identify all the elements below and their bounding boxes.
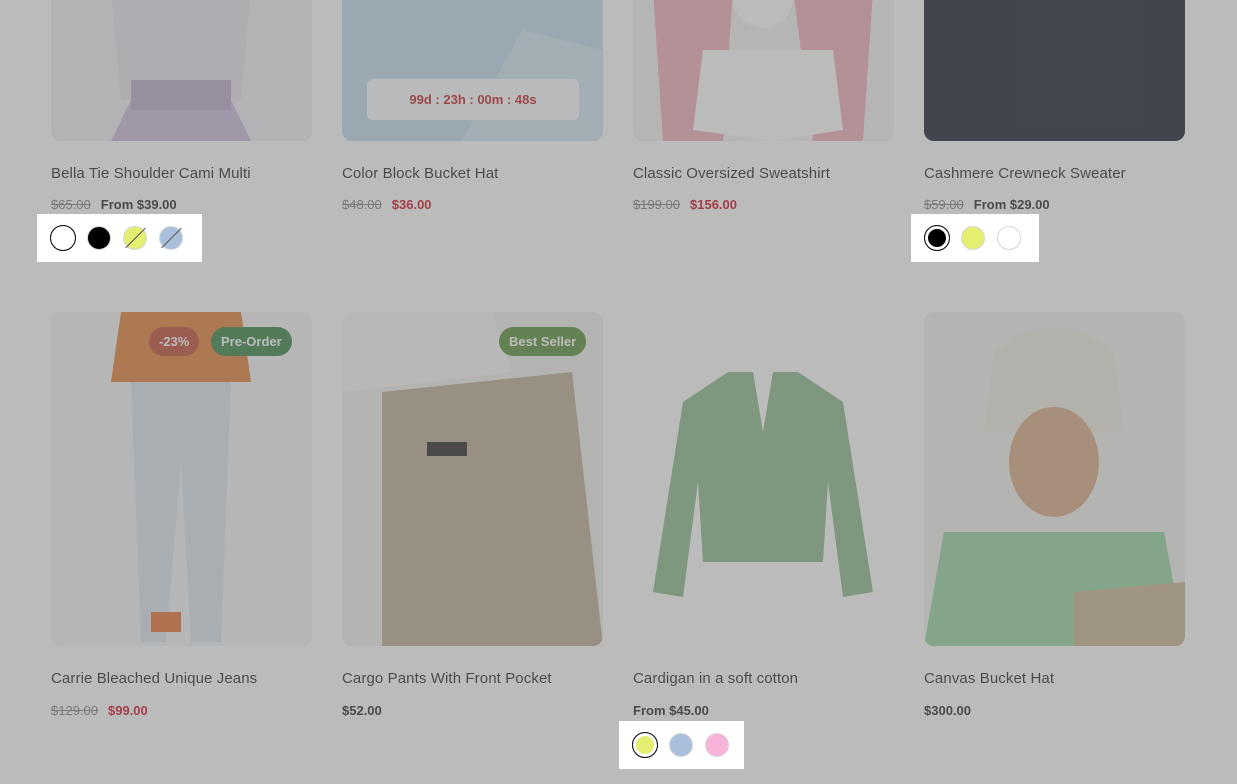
swatch-pink[interactable]: [705, 733, 729, 757]
product-title[interactable]: Classic Oversized Sweatshirt: [633, 165, 830, 182]
product-title[interactable]: Canvas Bucket Hat: [924, 670, 1054, 687]
product-title[interactable]: Color Block Bucket Hat: [342, 165, 498, 182]
price: $36.00: [391, 197, 432, 212]
price-row: $48.00 $36.00: [342, 197, 432, 212]
color-swatches-p4: [911, 214, 1039, 262]
price: From $29.00: [973, 197, 1050, 212]
color-swatches-p1: [37, 214, 202, 262]
product-image-p1[interactable]: [51, 0, 312, 141]
price: $156.00: [690, 197, 737, 212]
swatch-light-blue[interactable]: [669, 733, 693, 757]
price-row: From $45.00: [633, 703, 709, 718]
discount-badge: -23%: [149, 327, 200, 356]
product-image-p3[interactable]: [633, 0, 894, 141]
swatch-white[interactable]: [50, 225, 76, 251]
preorder-badge: Pre-Order: [211, 327, 292, 356]
price: From $39.00: [100, 197, 177, 212]
product-image-p7[interactable]: [633, 312, 894, 646]
product-image-p5[interactable]: [51, 312, 312, 646]
compare-price: $199.00: [633, 197, 680, 212]
color-swatches-p7: [619, 721, 744, 769]
price-row: $52.00: [342, 703, 382, 718]
swatch-black[interactable]: [87, 226, 111, 250]
price: From $45.00: [633, 703, 709, 718]
countdown-timer: 99d : 23h : 00m : 48s: [367, 79, 579, 120]
sold-out-slash-icon: [125, 227, 146, 249]
sold-out-slash-icon: [161, 227, 182, 249]
compare-price: $48.00: [342, 197, 382, 212]
price-row: $129.00 $99.00: [51, 703, 148, 718]
swatch-lime[interactable]: [632, 732, 658, 758]
swatch-light-blue[interactable]: [159, 226, 183, 250]
swatch-lime[interactable]: [123, 226, 147, 250]
swatch-black[interactable]: [924, 225, 950, 251]
swatch-lime[interactable]: [961, 226, 985, 250]
product-image-p6[interactable]: [342, 312, 603, 646]
product-title[interactable]: Cargo Pants With Front Pocket: [342, 670, 552, 687]
product-image-p8[interactable]: [924, 312, 1185, 646]
bestseller-badge: Best Seller: [499, 327, 587, 356]
product-title[interactable]: Cardigan in a soft cotton: [633, 670, 798, 687]
price: $300.00: [924, 703, 971, 718]
compare-price: $59.00: [924, 197, 964, 212]
compare-price: $65.00: [51, 197, 91, 212]
product-title[interactable]: Carrie Bleached Unique Jeans: [51, 670, 257, 687]
price: $52.00: [342, 703, 382, 718]
price-row: $65.00 From $39.00: [51, 197, 177, 212]
price-row: $199.00 $156.00: [633, 197, 737, 212]
price-row: $59.00 From $29.00: [924, 197, 1050, 212]
product-image-p4[interactable]: [924, 0, 1185, 141]
swatch-white[interactable]: [997, 226, 1021, 250]
price-row: $300.00: [924, 703, 971, 718]
compare-price: $129.00: [51, 703, 98, 718]
price: $99.00: [108, 703, 148, 718]
product-title[interactable]: Bella Tie Shoulder Cami Multi: [51, 165, 251, 182]
product-title[interactable]: Cashmere Crewneck Sweater: [924, 165, 1126, 182]
